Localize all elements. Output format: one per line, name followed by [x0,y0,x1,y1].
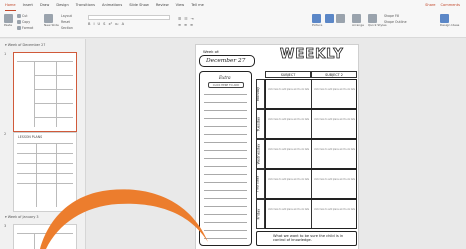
thursday-row[interactable]: click here to add plans and to-do lists … [265,169,357,199]
new-slide-icon[interactable] [44,14,53,23]
numbering-button[interactable]: ☷ [184,17,187,21]
extras-item[interactable]: CLICK HERE TO ADD [208,82,244,88]
tab-slide-show[interactable]: Slide Show [129,0,149,11]
indent-button[interactable]: ⇥ [190,17,193,21]
ribbon: Paste Cut Copy Format New Slide Layout R… [0,11,466,38]
bold-button[interactable]: B [88,22,90,26]
tab-transitions[interactable]: Transitions [76,0,95,11]
paste-button[interactable]: Paste [4,23,13,27]
day-label-thursday: Thursday [255,169,265,199]
font-color-button[interactable]: A [122,22,124,26]
monday-row[interactable]: click here to add plans and to-do lists … [265,79,357,109]
extras-title: Extra [219,75,231,80]
layout-group: Layout Reset Section [61,14,73,32]
paste-group: Paste [4,14,13,27]
cut-button[interactable]: Cut [17,14,33,18]
tab-review[interactable]: Review [156,0,169,11]
friday-row[interactable]: click here to add plans and to-do lists … [265,199,357,229]
slide-number: 2 [4,132,7,136]
comments-button[interactable]: Comments [441,2,460,9]
clipboard-group: Cut Copy Format [17,14,33,32]
orange-swoosh-graphic [40,189,208,249]
tab-draw[interactable]: Draw [40,0,49,11]
align-right-button[interactable]: ≡ [190,23,193,27]
layout-button[interactable]: Layout [61,14,73,18]
list-buttons: ☰ ☷ ⇥ [178,17,193,21]
slides-group: New Slide [44,14,59,27]
shape-format-group: Shape Fill Shape Outline [384,14,407,26]
tab-insert[interactable]: Insert [23,0,33,11]
powerpoint-window: Home Insert Draw Design Transitions Anim… [0,0,466,249]
picture-icon[interactable] [312,14,321,23]
shape-fill-button[interactable]: Shape Fill [384,14,407,18]
bullets-button[interactable]: ☰ [178,17,181,21]
format-painter-button[interactable]: Format [17,26,33,30]
menu-bar: Home Insert Draw Design Transitions Anim… [0,0,466,11]
paste-icon[interactable] [4,14,13,23]
current-slide[interactable]: Week of: December 27 WEEKLY Extra CLICK … [195,44,359,249]
tab-design[interactable]: Design [56,0,68,11]
arrange-group: Arrange [352,14,364,27]
day-label-tuesday: Tuesday [256,109,265,139]
section-header[interactable]: ▾ Week of December 27 [5,43,45,47]
font-group: B I U S x² x₂ A [88,15,170,26]
font-name-field[interactable] [88,15,170,20]
day-label-wednesday: Wednesday [256,139,265,169]
new-slide-button[interactable]: New Slide [44,23,59,27]
shapes-icon[interactable] [325,14,334,23]
align-center-button[interactable]: ≡ [184,23,187,27]
text-box-icon[interactable] [336,14,346,23]
shapes-group [325,14,346,23]
tab-animations[interactable]: Animations [102,0,122,11]
weekly-title: WEEKLY [280,47,344,63]
shape-outline-button[interactable]: Shape Outline [384,20,407,24]
subject-header-2[interactable]: SUBJECT 2 [311,71,357,78]
date-box[interactable]: December 27 [199,55,255,67]
footer-text: What we want to be sure the child is in … [273,234,344,243]
tab-view[interactable]: View [176,0,185,11]
subscript-button[interactable]: x₂ [115,22,119,26]
tab-home[interactable]: Home [5,1,16,11]
underline-button[interactable]: U [98,22,101,26]
subject-header-1[interactable]: SUBJECT [265,71,311,78]
slide-number: 1 [4,52,7,56]
share-button[interactable]: Share [425,2,435,9]
tell-me-search[interactable]: Tell me [191,0,204,11]
format-buttons: B I U S x² x₂ A [88,22,170,26]
copy-button[interactable]: Copy [17,20,33,24]
copy-icon [17,20,21,24]
day-label-friday: Friday [256,199,265,229]
wednesday-row[interactable]: click here to add plans and to-do lists … [265,139,357,169]
strikethrough-button[interactable]: S [103,22,105,26]
section-header[interactable]: ▾ Week of January 3 [5,215,39,219]
design-ideas-group: Design Ideas [440,14,459,27]
section-button[interactable]: Section [61,26,73,30]
design-ideas-icon[interactable] [440,14,449,23]
quick-styles-icon[interactable] [368,14,377,23]
picture-button[interactable]: Picture [312,23,322,27]
scissors-icon [17,14,21,18]
slide-number: 3 [4,224,7,228]
arrange-icon[interactable] [352,14,361,23]
align-left-button[interactable]: ≡ [178,23,181,27]
slide-thumbnail-1[interactable] [13,52,77,132]
day-label-monday: Monday [256,79,265,109]
date-value[interactable]: December 27 [206,58,245,64]
italic-button[interactable]: I [93,22,94,26]
brush-icon [17,26,21,30]
reset-button[interactable]: Reset [61,20,73,24]
tuesday-row[interactable]: click here to add plans and to-do lists … [265,109,357,139]
design-ideas-button[interactable]: Design Ideas [440,23,459,27]
picture-group: Picture [312,14,322,27]
paragraph-group: ☰ ☷ ⇥ ≡ ≡ ≡ [178,15,193,27]
date-label: Week of: [203,49,220,54]
superscript-button[interactable]: x² [108,22,112,26]
footer-box[interactable]: What we want to be sure the child is in … [256,231,357,246]
align-buttons: ≡ ≡ ≡ [178,23,193,27]
arrange-button[interactable]: Arrange [352,23,364,27]
